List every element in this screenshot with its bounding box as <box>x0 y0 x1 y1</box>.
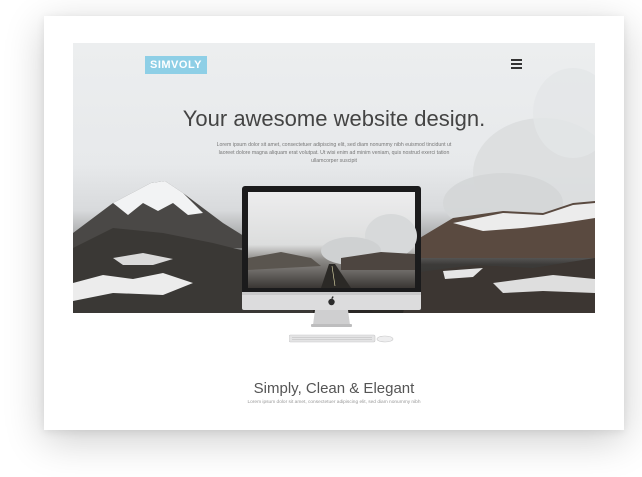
mouse-icon <box>376 335 394 343</box>
imac-device-mockup <box>242 186 421 327</box>
menu-line <box>511 63 522 65</box>
keyboard-icon <box>289 334 376 343</box>
section-title: Simply, Clean & Elegant <box>253 380 415 397</box>
menu-line <box>511 59 522 61</box>
hero-title: Your awesome website design. <box>182 106 486 131</box>
section-subtitle: Lorem ipsum dolor sit amet, consectetuer… <box>247 400 421 405</box>
hamburger-menu-icon[interactable] <box>511 59 522 69</box>
keyboard-and-mouse <box>289 334 394 343</box>
brand-logo[interactable]: SIMVOLY <box>145 56 207 74</box>
website-preview-card: SIMVOLY Your awesome website design. Lor… <box>44 16 624 430</box>
menu-line <box>511 67 522 69</box>
hero-description: Lorem ipsum dolor sit amet, consectetuer… <box>216 142 452 164</box>
